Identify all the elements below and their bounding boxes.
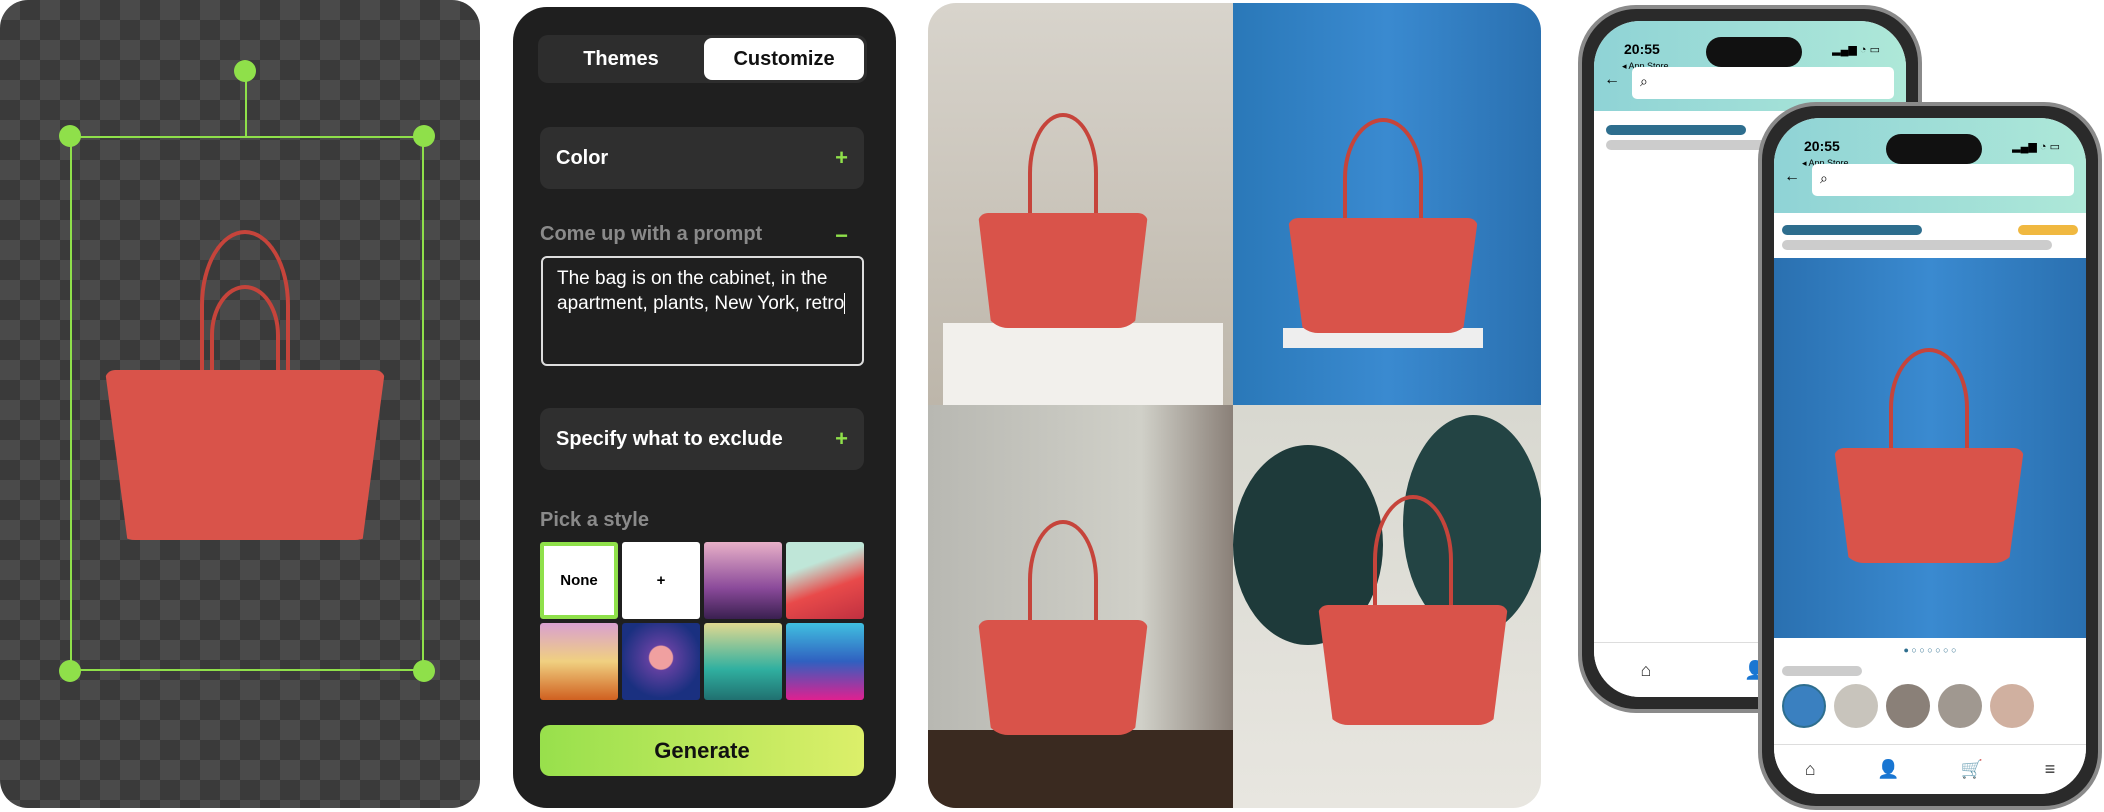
back-arrow-icon[interactable]: ← xyxy=(1784,168,1800,186)
back-arrow-icon[interactable]: ← xyxy=(1604,71,1620,89)
thumbnail[interactable] xyxy=(1886,684,1930,728)
exclude-label: Specify what to exclude xyxy=(556,427,783,450)
generated-results xyxy=(928,3,1541,808)
style-grid: None + xyxy=(540,542,864,700)
bag-image xyxy=(105,230,385,540)
style-label: Pick a style xyxy=(540,509,649,531)
generate-button[interactable]: Generate xyxy=(540,725,864,776)
prompt-label: Come up with a prompt xyxy=(540,223,763,245)
style-thumbnail[interactable] xyxy=(786,623,864,700)
phone-mockup-front: 20:55 ◂ App Store ▂▄▆ ◔ ▭ ← ⌕ ● ○ ○ ○ ○ … xyxy=(1758,102,2102,810)
resize-handle-bl[interactable] xyxy=(59,660,81,682)
tab-bar: Themes Customize xyxy=(538,35,867,83)
style-thumbnail[interactable] xyxy=(540,623,618,700)
style-thumbnail[interactable] xyxy=(786,542,864,619)
resize-handle-tr[interactable] xyxy=(413,125,435,147)
search-bar[interactable]: ⌕ xyxy=(1812,164,2074,196)
search-icon: ⌕ xyxy=(1820,170,1828,186)
product-image[interactable] xyxy=(1774,258,2086,638)
carousel-dots[interactable]: ● ○ ○ ○ ○ ○ ○ xyxy=(1774,645,2086,655)
prompt-section-header[interactable]: Come up with a prompt − xyxy=(540,223,864,249)
rotate-handle[interactable] xyxy=(234,60,256,82)
result-image[interactable] xyxy=(1233,405,1541,808)
dynamic-island xyxy=(1706,37,1802,67)
search-icon: ⌕ xyxy=(1640,73,1648,89)
signal-wifi-battery-icon: ▂▄▆ ◔ ▭ xyxy=(2012,141,2060,153)
tab-customize[interactable]: Customize xyxy=(704,38,864,80)
resize-handle-tl[interactable] xyxy=(59,125,81,147)
result-image[interactable] xyxy=(928,3,1233,405)
tab-themes[interactable]: Themes xyxy=(541,38,701,80)
prompt-text: The bag is on the cabinet, in the apartm… xyxy=(557,268,845,314)
thumbnail[interactable] xyxy=(1938,684,1982,728)
home-icon[interactable]: ⌂ xyxy=(1640,660,1651,681)
thumbnail[interactable] xyxy=(1834,684,1878,728)
home-icon[interactable]: ⌂ xyxy=(1805,759,1816,780)
signal-wifi-battery-icon: ▂▄▆ ◔ ▭ xyxy=(1832,44,1880,56)
cart-icon[interactable]: 🛒 xyxy=(1961,759,1983,780)
exclude-section[interactable]: Specify what to exclude + xyxy=(540,408,864,470)
plus-icon: + xyxy=(835,145,848,170)
status-time: 20:55 xyxy=(1624,41,1660,57)
resize-handle-br[interactable] xyxy=(413,660,435,682)
color-section[interactable]: Color + xyxy=(540,127,864,189)
style-thumbnail[interactable] xyxy=(704,623,782,700)
bottom-nav: ⌂ 👤 🛒 ≡ xyxy=(1774,744,2086,794)
result-image[interactable] xyxy=(1233,3,1541,405)
style-none[interactable]: None xyxy=(540,542,618,619)
style-add[interactable]: + xyxy=(622,542,700,619)
result-image[interactable] xyxy=(928,405,1233,808)
thumbnail-strip xyxy=(1782,684,2034,728)
user-icon[interactable]: 👤 xyxy=(1877,759,1899,780)
thumbnail[interactable] xyxy=(1782,684,1826,728)
search-bar[interactable]: ⌕ xyxy=(1632,67,1894,99)
style-thumbnail[interactable] xyxy=(622,623,700,700)
plus-icon: + xyxy=(835,426,848,451)
minus-icon: − xyxy=(835,223,848,248)
prompt-textarea[interactable]: The bag is on the cabinet, in the apartm… xyxy=(541,256,864,366)
dynamic-island xyxy=(1886,134,1982,164)
editor-panel: Themes Customize Color + Come up with a … xyxy=(513,7,896,808)
color-label: Color xyxy=(556,146,609,169)
status-time: 20:55 xyxy=(1804,138,1840,154)
style-thumbnail[interactable] xyxy=(704,542,782,619)
thumbnail[interactable] xyxy=(1990,684,2034,728)
menu-icon[interactable]: ≡ xyxy=(2045,759,2056,780)
cutout-canvas xyxy=(0,0,480,808)
